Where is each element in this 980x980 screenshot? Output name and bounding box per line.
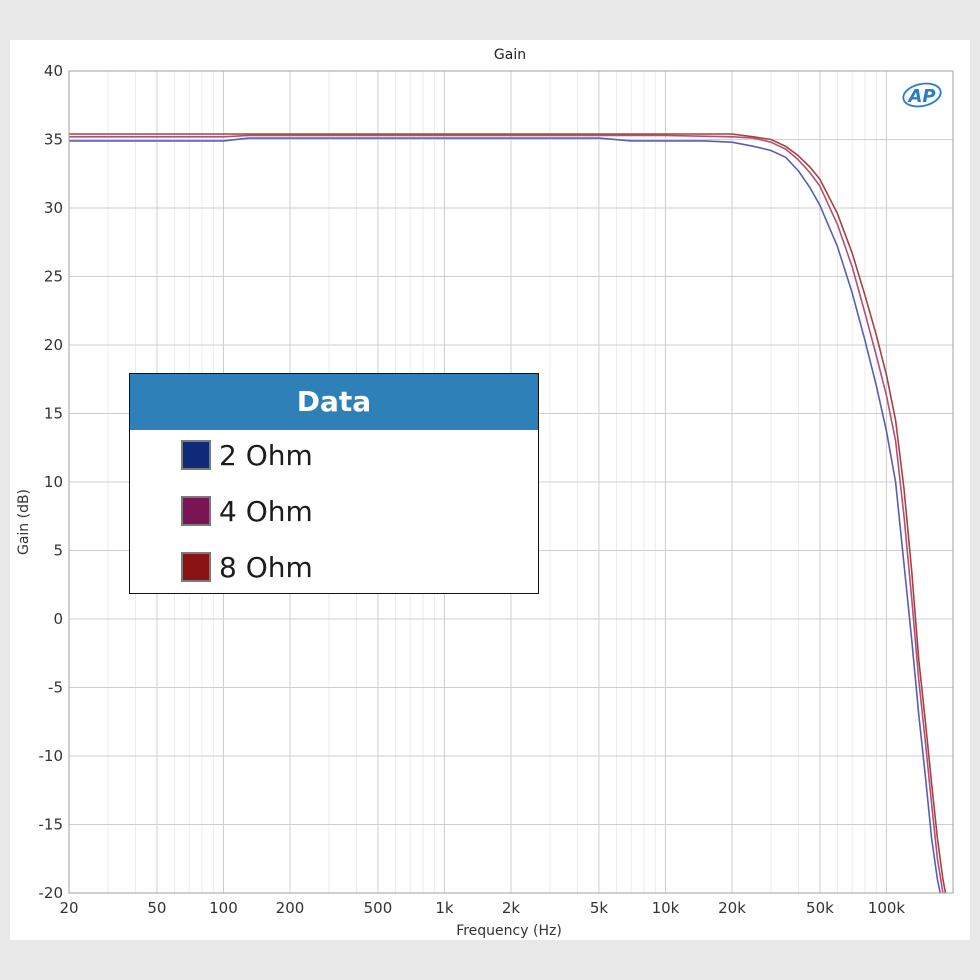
x-tick-label: 5k [590,899,609,917]
legend-title: Data [130,374,538,430]
y-tick-label: 40 [44,62,63,80]
y-tick-label: 0 [53,610,63,628]
x-tick-label: 1k [435,899,454,917]
legend-label: 8 Ohm [219,550,313,584]
chart-title: Gain [494,47,526,63]
legend-label: 2 Ohm [219,438,313,472]
y-axis-label: Gain (dB) [16,489,32,555]
x-tick-label: 100k [868,899,906,917]
y-tick-label: 15 [44,405,63,423]
x-axis-label: Frequency (Hz) [456,923,562,939]
y-tick-label: -15 [39,816,64,834]
legend-item-4-ohm: 4 Ohm [181,494,313,528]
legend-swatch [181,496,211,526]
y-tick-label: 25 [44,268,63,286]
legend-item-2-ohm: 2 Ohm [181,438,313,472]
x-tick-label: 2k [502,899,521,917]
legend: Data 2 Ohm 4 Ohm 8 Ohm [129,373,539,594]
x-tick-label: 20k [718,899,746,917]
y-tick-label: 5 [53,542,63,560]
x-tick-label: 50k [806,899,834,917]
y-tick-label: 35 [44,131,63,149]
x-tick-label: 100 [209,899,238,917]
ap-logo-icon: AP [902,82,942,108]
x-tick-label: 50 [147,899,166,917]
legend-swatch [181,440,211,470]
y-tick-label: 30 [44,199,63,217]
y-tick-label: 20 [44,336,63,354]
x-tick-label: 200 [276,899,305,917]
legend-swatch [181,552,211,582]
y-tick-label: 10 [44,473,63,491]
legend-label: 4 Ohm [219,494,313,528]
x-tick-label: 500 [364,899,393,917]
x-tick-label: 10k [652,899,680,917]
y-tick-label: -10 [39,747,64,765]
y-tick-label: -20 [39,884,64,902]
legend-item-8-ohm: 8 Ohm [181,550,313,584]
ap-logo-text: AP [906,86,935,107]
y-tick-label: -5 [48,679,63,697]
